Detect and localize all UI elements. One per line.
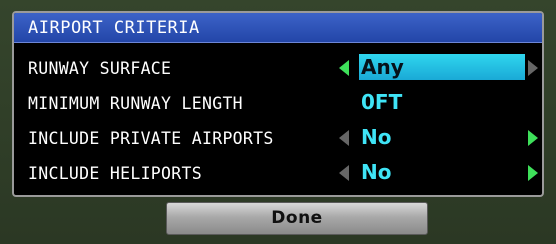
include-private-airports-value[interactable]: No [359, 124, 391, 150]
panel-title-bar: AIRPORT CRITERIA [14, 13, 542, 43]
panel-title: AIRPORT CRITERIA [28, 18, 200, 38]
screen-background: AIRPORT CRITERIA RUNWAY SURFACE Any MINI… [0, 0, 556, 244]
row-include-private-airports[interactable]: INCLUDE PRIVATE AIRPORTS No [14, 121, 542, 155]
decrement-arrow-icon[interactable] [339, 130, 349, 146]
increment-arrow-icon[interactable] [528, 165, 538, 181]
decrement-arrow-icon[interactable] [339, 60, 349, 76]
increment-arrow-icon[interactable] [528, 130, 538, 146]
row-minimum-runway-length[interactable]: MINIMUM RUNWAY LENGTH 0FT [14, 86, 542, 120]
row-label: MINIMUM RUNWAY LENGTH [28, 94, 243, 113]
row-label: INCLUDE HELIPORTS [28, 164, 202, 183]
row-runway-surface[interactable]: RUNWAY SURFACE Any [14, 51, 542, 85]
increment-arrow-icon[interactable] [528, 60, 538, 76]
include-heliports-value[interactable]: No [359, 159, 391, 185]
row-label: RUNWAY SURFACE [28, 59, 172, 78]
row-label: INCLUDE PRIVATE AIRPORTS [28, 129, 274, 148]
decrement-arrow-icon[interactable] [339, 165, 349, 181]
airport-criteria-panel: AIRPORT CRITERIA RUNWAY SURFACE Any MINI… [12, 11, 544, 197]
minimum-runway-length-value[interactable]: 0FT [359, 89, 402, 115]
done-button[interactable]: Done [166, 202, 428, 235]
row-include-heliports[interactable]: INCLUDE HELIPORTS No [14, 156, 542, 190]
runway-surface-value[interactable]: Any [359, 54, 525, 80]
